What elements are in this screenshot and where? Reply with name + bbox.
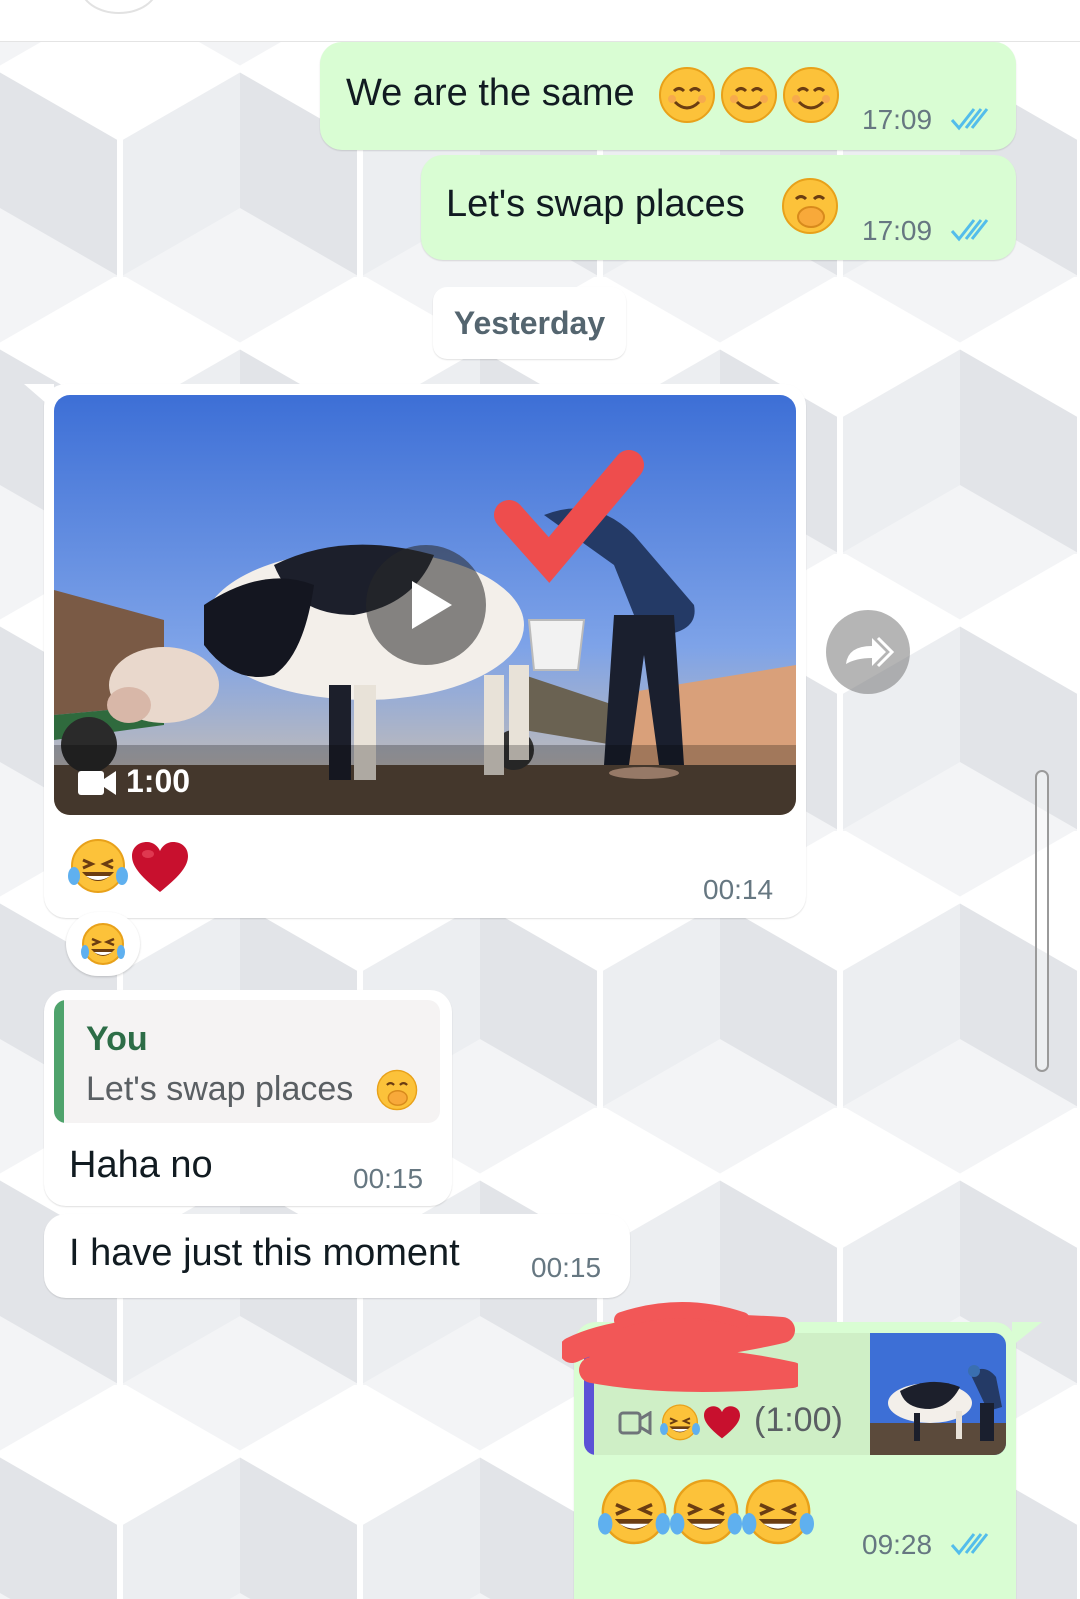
- red-heart-emoji: [130, 840, 190, 896]
- message-time: 00:14: [703, 874, 774, 905]
- bubble-tail: [24, 384, 54, 410]
- censor-scribble: [562, 1302, 798, 1392]
- play-button[interactable]: [366, 545, 486, 665]
- double-check-read-icon: [950, 108, 989, 131]
- quoted-text: Let's swap places: [86, 1070, 354, 1108]
- face-with-tears-of-joy-emoji: [670, 1478, 742, 1548]
- contact-avatar[interactable]: [80, 0, 158, 14]
- message-text: I have just this moment: [69, 1232, 460, 1274]
- smiling-face-emoji: [720, 66, 778, 124]
- message-text: Let's swap places: [446, 183, 745, 225]
- video-camera-icon: [618, 1411, 652, 1435]
- smiling-face-emoji: [658, 66, 716, 124]
- incoming-message-bubble[interactable]: I have just this moment 00:15: [44, 1214, 630, 1298]
- double-check-read-icon: [950, 219, 989, 242]
- play-icon: [412, 581, 452, 629]
- face-with-tears-of-joy-emoji: [660, 1403, 700, 1443]
- message-text: We are the same: [346, 72, 635, 114]
- quote-accent-bar: [54, 1000, 64, 1123]
- scrollbar[interactable]: [1035, 770, 1049, 1072]
- face-with-tears-of-joy-emoji: [81, 923, 125, 965]
- date-separator: Yesterday: [433, 287, 626, 359]
- top-bar: [0, 0, 1080, 42]
- message-time: 17:09: [862, 104, 933, 135]
- face-with-tears-of-joy-emoji: [742, 1478, 814, 1548]
- quoted-message[interactable]: You Let's swap places: [54, 1000, 440, 1123]
- quoted-text: (1:00): [754, 1401, 843, 1439]
- double-check-read-icon: [950, 1533, 989, 1556]
- forward-icon: [846, 636, 895, 668]
- message-reaction[interactable]: [66, 912, 140, 976]
- quoted-author: You: [86, 1020, 148, 1058]
- quoted-video-thumbnail: [870, 1333, 1006, 1455]
- video-camera-icon: [78, 771, 116, 795]
- message-time: 17:09: [862, 215, 933, 246]
- outgoing-message-bubble[interactable]: Let's swap places 17:09: [421, 155, 1016, 260]
- outgoing-message-bubble[interactable]: We are the same 17:09: [320, 42, 1016, 150]
- forward-button[interactable]: [826, 610, 910, 694]
- face-with-tears-of-joy-emoji: [598, 1478, 670, 1548]
- face-with-hand-over-mouth-emoji: [376, 1069, 418, 1111]
- video-duration: 1:00: [126, 763, 191, 799]
- red-heart-emoji: [702, 1405, 742, 1441]
- video-thumbnail[interactable]: [54, 395, 796, 815]
- bubble-tail: [1012, 1322, 1042, 1346]
- smiling-face-emoji: [782, 66, 840, 124]
- message-text: Haha no: [69, 1144, 213, 1186]
- face-with-hand-over-mouth-emoji: [781, 177, 839, 235]
- message-time: 00:15: [531, 1252, 602, 1283]
- message-time: 09:28: [862, 1529, 933, 1560]
- message-time: 00:15: [353, 1163, 424, 1194]
- face-with-tears-of-joy-emoji: [68, 838, 128, 896]
